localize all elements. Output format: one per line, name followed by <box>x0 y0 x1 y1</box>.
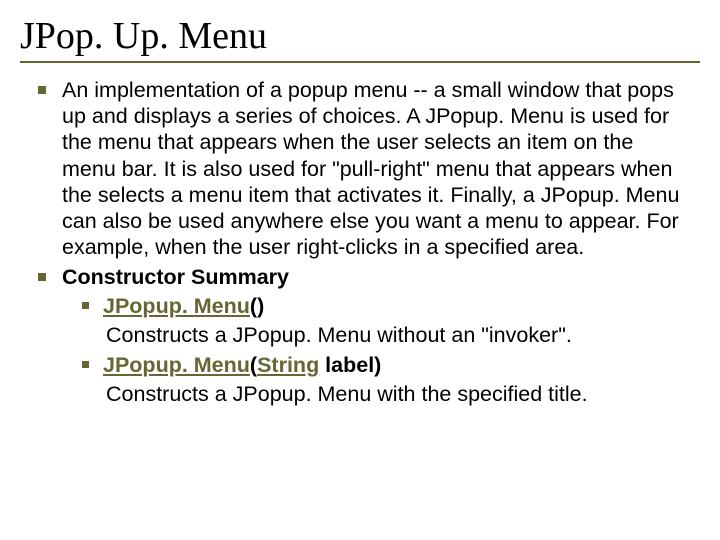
type-link: JPopup. Menu <box>103 353 250 377</box>
constructor-signature: JPopup. Menu(String label) <box>103 352 690 378</box>
type-link: JPopup. Menu <box>103 294 250 318</box>
bullet-item: An implementation of a popup menu -- a s… <box>38 77 690 261</box>
sub-bullet-item: JPopup. Menu() <box>82 293 690 319</box>
bullet-icon <box>38 86 46 94</box>
bullet-text: Constructor Summary <box>62 264 690 290</box>
sub-bullet-item: JPopup. Menu(String label) <box>82 352 690 378</box>
constructor-description: Constructs a JPopup. Menu without an "in… <box>106 322 690 348</box>
slide-title: JPop. Up. Menu <box>20 15 267 57</box>
sig-rest: () <box>250 294 264 318</box>
title-underline: JPop. Up. Menu <box>20 14 700 63</box>
bullet-item: Constructor Summary <box>38 264 690 290</box>
bullet-icon <box>38 273 46 281</box>
sig-after: label) <box>319 353 381 377</box>
constructor-signature: JPopup. Menu() <box>103 293 690 319</box>
bullet-icon <box>82 302 89 309</box>
bullet-text: An implementation of a popup menu -- a s… <box>62 77 690 261</box>
slide-body: An implementation of a popup menu -- a s… <box>20 77 700 408</box>
slide: JPop. Up. Menu An implementation of a po… <box>0 0 720 540</box>
constructor-description: Constructs a JPopup. Menu with the speci… <box>106 381 690 407</box>
bullet-icon <box>82 361 89 368</box>
param-type-link: String <box>257 353 319 377</box>
